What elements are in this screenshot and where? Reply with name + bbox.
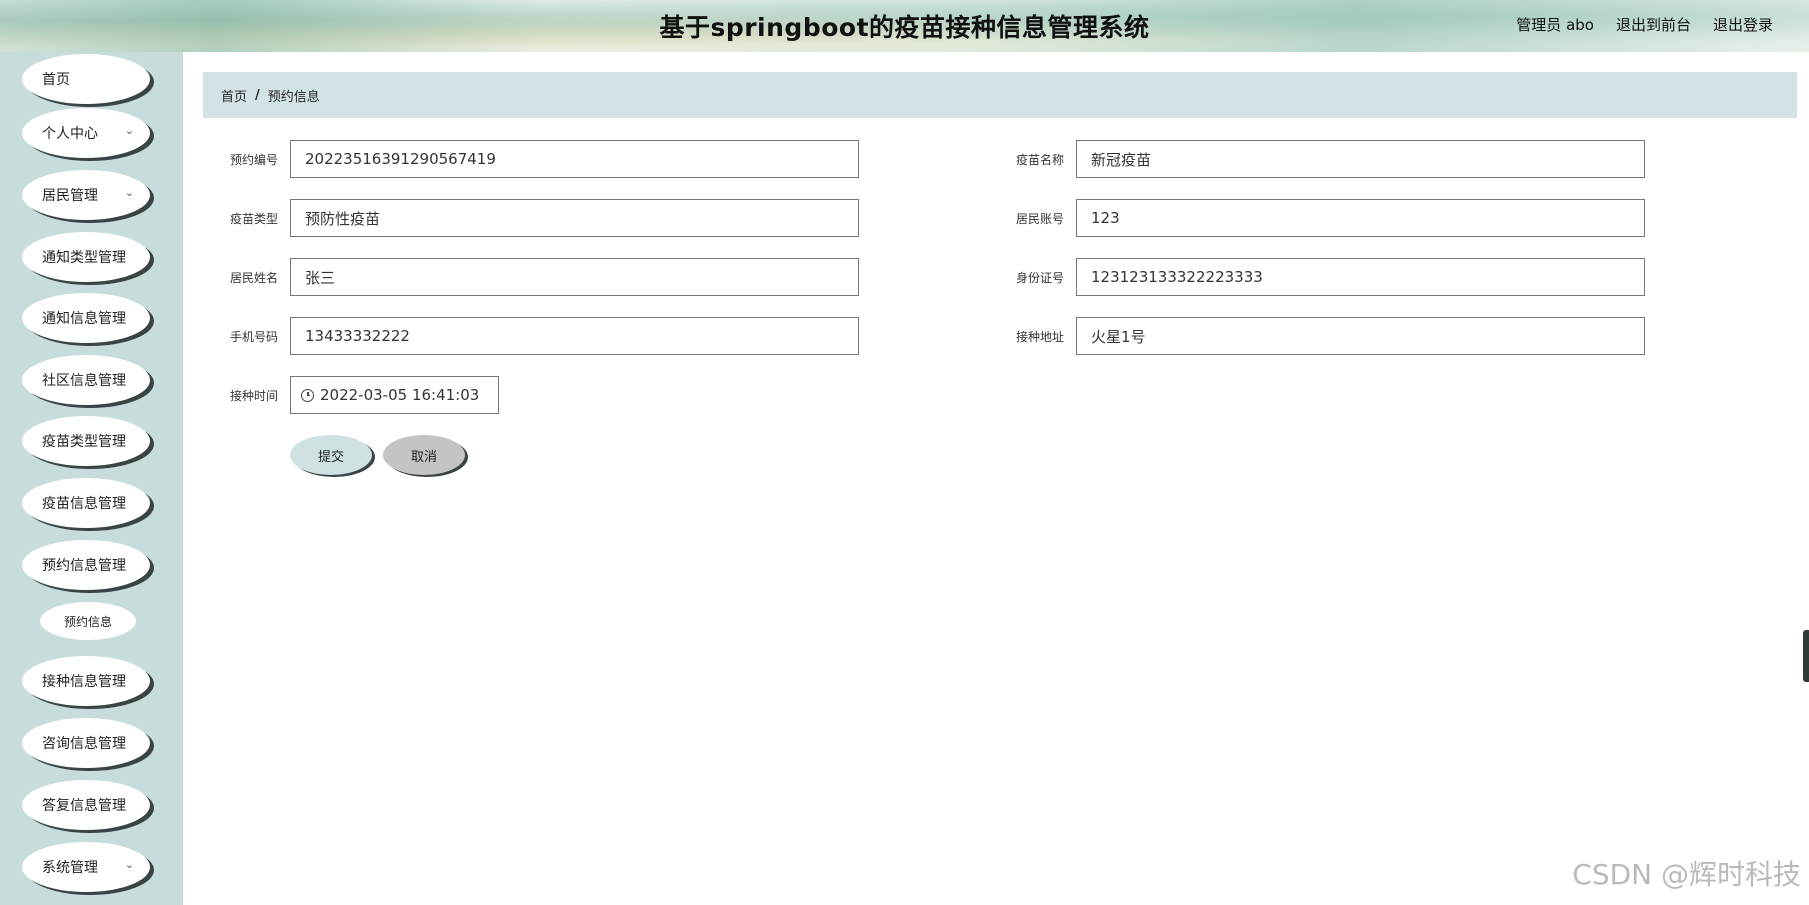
phone-input[interactable]: 13433332222 xyxy=(290,317,859,355)
vaccine-type-value: 预防性疫苗 xyxy=(305,209,381,228)
sidebar: 首页 个人中心 ⌄ 居民管理 ⌄ 通知类型管理 通知信息管理 社区信息管理 疫苗… xyxy=(0,52,183,905)
sidebar-item-label: 首页 xyxy=(42,72,70,88)
resident-name-label: 居民姓名 xyxy=(229,271,278,285)
sidebar-item-personal-center[interactable]: 个人中心 ⌄ xyxy=(22,108,150,158)
vaccination-time-value: 2022-03-05 16:41:03 xyxy=(320,386,480,404)
vaccine-type-input[interactable]: 预防性疫苗 xyxy=(290,199,859,237)
vaccination-time-label: 接种时间 xyxy=(229,389,278,403)
address-label: 接种地址 xyxy=(1015,330,1064,344)
sidebar-item-vaccine-info-management[interactable]: 疫苗信息管理 xyxy=(22,478,150,528)
vaccine-name-label: 疫苗名称 xyxy=(1015,153,1064,167)
clock-icon xyxy=(301,388,314,402)
sidebar-item-notice-type-management[interactable]: 通知类型管理 xyxy=(22,232,150,282)
sidebar-item-label: 答复信息管理 xyxy=(42,798,126,814)
cancel-button[interactable]: 取消 xyxy=(383,435,465,475)
vaccine-type-label: 疫苗类型 xyxy=(229,212,278,226)
id-number-label: 身份证号 xyxy=(1015,271,1064,285)
chevron-down-icon: ⌄ xyxy=(124,186,134,199)
sidebar-item-notice-info-management[interactable]: 通知信息管理 xyxy=(22,293,150,343)
watermark: CSDN @辉时科技 xyxy=(1572,858,1801,891)
breadcrumb-home[interactable]: 首页 xyxy=(221,86,247,105)
top-header: 基于springboot的疫苗接种信息管理系统 管理员 abo 退出到前台 退出… xyxy=(0,0,1809,52)
resident-account-value: 123 xyxy=(1091,209,1120,227)
cancel-button-label: 取消 xyxy=(410,449,437,465)
id-number-input[interactable]: 123123133322223333 xyxy=(1076,258,1645,296)
resident-name-value: 张三 xyxy=(305,268,336,287)
sidebar-item-reply-management[interactable]: 答复信息管理 xyxy=(22,780,150,830)
sidebar-item-consult-management[interactable]: 咨询信息管理 xyxy=(22,718,150,768)
header-actions: 管理员 abo 退出到前台 退出登录 xyxy=(1516,14,1773,35)
side-drawer-handle[interactable] xyxy=(1803,630,1809,682)
sidebar-item-label: 个人中心 xyxy=(42,126,98,142)
sidebar-item-label: 居民管理 xyxy=(42,188,98,204)
sidebar-item-community-management[interactable]: 社区信息管理 xyxy=(22,355,150,405)
breadcrumb-separator: / xyxy=(255,87,260,103)
chevron-down-icon: ⌄ xyxy=(124,124,134,137)
sidebar-item-label: 通知信息管理 xyxy=(42,311,126,327)
address-value: 火星1号 xyxy=(1091,327,1146,346)
vaccine-name-input[interactable]: 新冠疫苗 xyxy=(1076,140,1645,178)
sidebar-subitem-label: 预约信息 xyxy=(63,614,112,629)
breadcrumb: 首页 / 预约信息 xyxy=(203,72,1797,118)
sidebar-subitem-booking-info[interactable]: 预约信息 xyxy=(40,602,136,640)
sidebar-item-label: 通知类型管理 xyxy=(42,250,126,266)
resident-name-input[interactable]: 张三 xyxy=(290,258,859,296)
sidebar-item-vaccine-type-management[interactable]: 疫苗类型管理 xyxy=(22,416,150,466)
sidebar-item-vaccination-management[interactable]: 接种信息管理 xyxy=(22,656,150,706)
sidebar-item-label: 咨询信息管理 xyxy=(42,736,126,752)
submit-button-label: 提交 xyxy=(317,449,344,465)
back-to-front-link[interactable]: 退出到前台 xyxy=(1616,14,1691,35)
sidebar-item-system-management[interactable]: 系统管理 ⌄ xyxy=(22,842,150,892)
submit-button[interactable]: 提交 xyxy=(290,435,372,475)
vaccine-name-value: 新冠疫苗 xyxy=(1091,150,1152,169)
sidebar-item-label: 疫苗类型管理 xyxy=(42,434,126,450)
booking-no-value: 20223516391290567419 xyxy=(305,150,496,168)
resident-account-input[interactable]: 123 xyxy=(1076,199,1645,237)
sidebar-item-label: 社区信息管理 xyxy=(42,373,126,389)
current-user-label: 管理员 abo xyxy=(1516,16,1594,34)
booking-no-label: 预约编号 xyxy=(229,153,278,167)
booking-no-input[interactable]: 20223516391290567419 xyxy=(290,140,859,178)
sidebar-item-label: 系统管理 xyxy=(42,860,98,876)
sidebar-item-label: 接种信息管理 xyxy=(42,674,126,690)
phone-label: 手机号码 xyxy=(229,330,278,344)
vaccination-time-picker[interactable]: 2022-03-05 16:41:03 xyxy=(290,376,499,414)
logout-link[interactable]: 退出登录 xyxy=(1713,14,1773,35)
id-number-value: 123123133322223333 xyxy=(1091,268,1263,286)
chevron-down-icon: ⌄ xyxy=(124,858,134,871)
sidebar-item-home[interactable]: 首页 xyxy=(22,54,150,104)
sidebar-item-booking-management[interactable]: 预约信息管理 xyxy=(22,540,150,590)
resident-account-label: 居民账号 xyxy=(1015,212,1064,226)
sidebar-item-resident-management[interactable]: 居民管理 ⌄ xyxy=(22,170,150,220)
breadcrumb-current: 预约信息 xyxy=(267,89,320,105)
sidebar-item-label: 疫苗信息管理 xyxy=(42,496,126,512)
address-input[interactable]: 火星1号 xyxy=(1076,317,1645,355)
phone-value: 13433332222 xyxy=(305,327,410,345)
sidebar-item-label: 预约信息管理 xyxy=(42,558,126,574)
